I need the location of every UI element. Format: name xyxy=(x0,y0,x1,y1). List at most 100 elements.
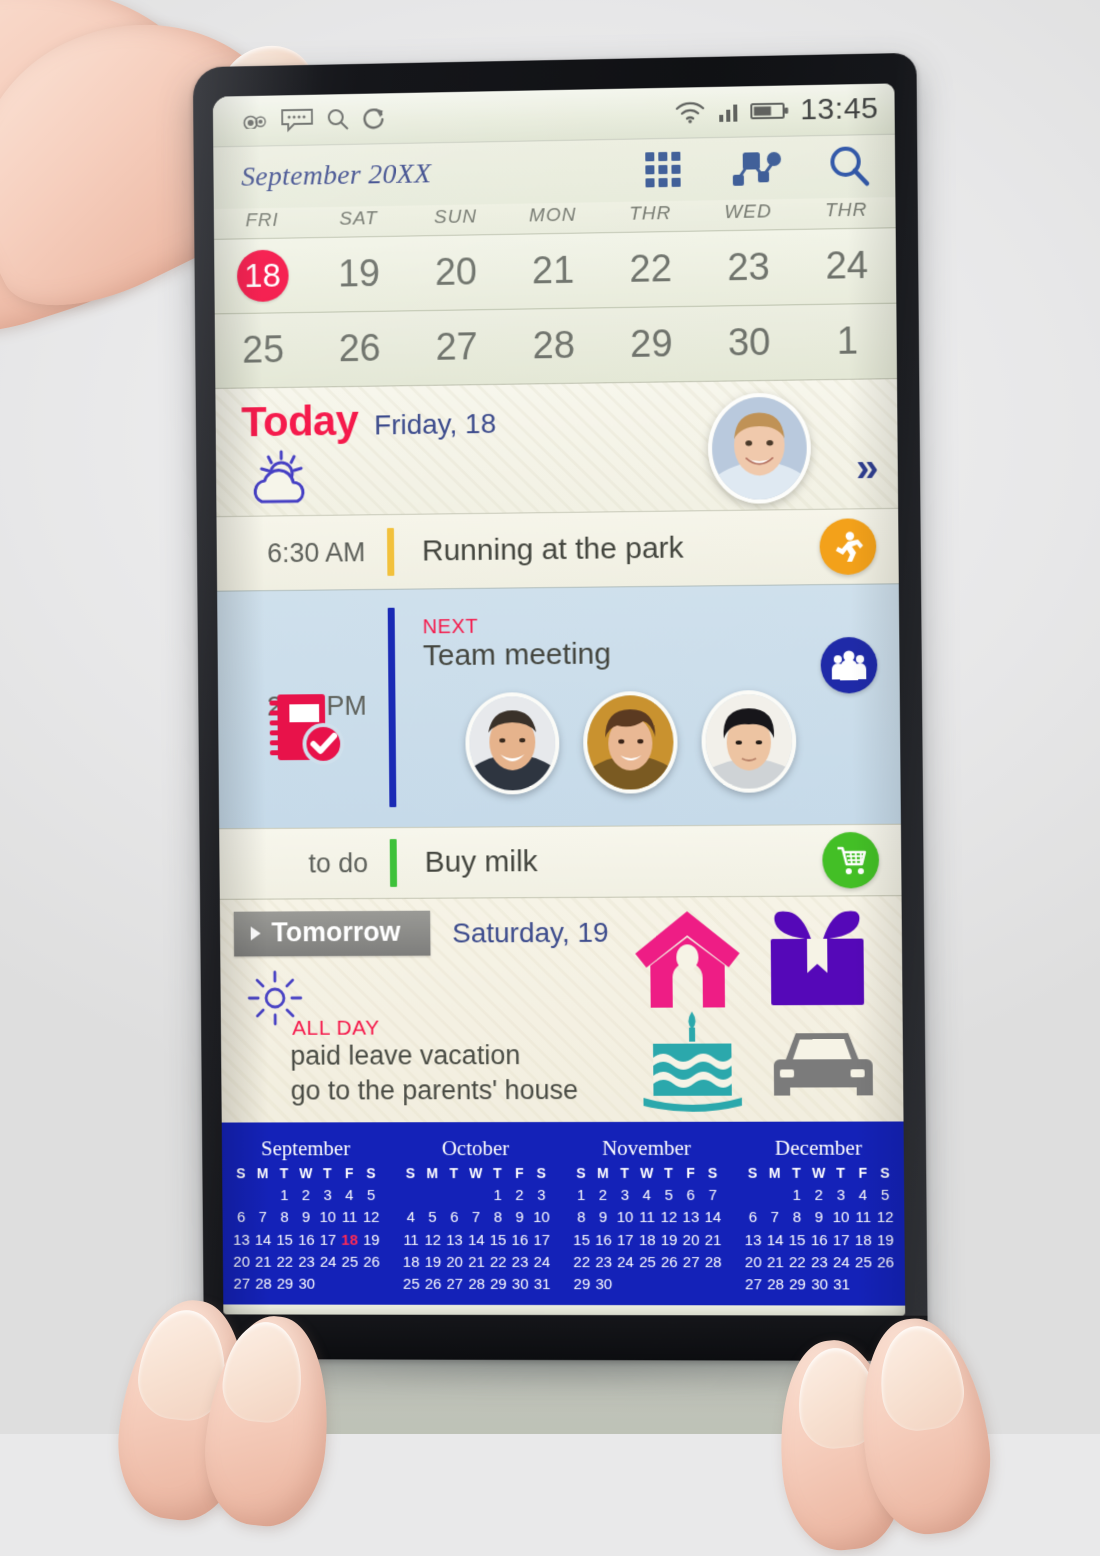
mini-calendar-day[interactable]: 16 xyxy=(592,1230,614,1251)
mini-calendar-day[interactable]: 27 xyxy=(742,1274,764,1295)
group-people-icon[interactable] xyxy=(820,637,877,694)
mini-calendar-day[interactable]: 25 xyxy=(852,1252,874,1273)
mini-calendar-day[interactable]: 13 xyxy=(680,1207,702,1228)
mini-calendar-day[interactable]: 19 xyxy=(658,1230,680,1251)
mini-calendar-day[interactable]: 6 xyxy=(443,1207,465,1228)
mini-calendar-day[interactable]: 9 xyxy=(509,1207,531,1228)
mini-calendar-day[interactable]: 22 xyxy=(487,1252,509,1273)
mini-calendar-day[interactable]: 23 xyxy=(808,1252,830,1273)
mini-calendar-day[interactable]: 10 xyxy=(830,1207,852,1228)
mini-calendar-day[interactable]: 11 xyxy=(339,1207,361,1228)
mini-calendar-day[interactable]: 9 xyxy=(808,1207,830,1228)
mini-calendar-day[interactable]: 5 xyxy=(874,1185,896,1206)
mini-calendar-day[interactable]: 16 xyxy=(295,1230,317,1251)
mini-calendar-day[interactable]: 12 xyxy=(422,1230,444,1251)
mini-calendar-day[interactable]: 27 xyxy=(231,1274,253,1295)
mini-calendar-day[interactable]: 30 xyxy=(808,1274,830,1295)
mini-calendar-day[interactable]: 24 xyxy=(830,1252,852,1273)
mini-calendar-day[interactable]: 14 xyxy=(252,1230,274,1251)
mini-calendar-day[interactable]: 21 xyxy=(465,1252,487,1273)
house-icon[interactable] xyxy=(632,907,743,1012)
mini-calendar-day[interactable]: 23 xyxy=(509,1252,531,1273)
mini-calendar-day[interactable]: 1 xyxy=(273,1185,295,1206)
mini-calendar-day[interactable]: 21 xyxy=(702,1230,724,1251)
mini-calendar-day[interactable]: 28 xyxy=(764,1274,786,1295)
mini-calendar-day[interactable]: 5 xyxy=(658,1185,680,1206)
mini-calendar-day[interactable]: 3 xyxy=(317,1185,339,1206)
birthday-cake-icon[interactable] xyxy=(639,1009,746,1114)
mini-calendar-day[interactable]: 19 xyxy=(360,1230,382,1251)
mini-calendar-day[interactable]: 25 xyxy=(400,1274,422,1295)
calendar-day-cell[interactable]: 24 xyxy=(797,244,896,289)
mini-calendar-day[interactable]: 17 xyxy=(531,1230,553,1251)
running-person-icon[interactable] xyxy=(819,518,876,575)
mini-calendar-day[interactable]: 2 xyxy=(808,1185,830,1206)
mini-calendar-day[interactable]: 30 xyxy=(593,1274,615,1295)
mini-calendar[interactable]: NovemberSMTWTFS1234567891011121314151617… xyxy=(562,1136,733,1296)
attendee-avatar[interactable] xyxy=(465,691,560,794)
mini-calendar-day[interactable]: 7 xyxy=(764,1207,786,1228)
mini-calendar-day[interactable]: 11 xyxy=(852,1207,874,1228)
mini-calendar-day[interactable]: 8 xyxy=(487,1207,509,1228)
mini-calendar-day[interactable]: 6 xyxy=(742,1207,764,1228)
mini-calendar-day[interactable]: 26 xyxy=(361,1252,383,1273)
mini-calendar-day[interactable]: 7 xyxy=(465,1207,487,1228)
mini-calendar-day[interactable]: 30 xyxy=(296,1274,318,1295)
mini-calendar-day[interactable]: 3 xyxy=(614,1185,636,1206)
tomorrow-expand-button[interactable]: Tomorrow xyxy=(234,911,431,957)
mini-calendar-day[interactable]: 12 xyxy=(658,1207,680,1228)
calendar-day-cell[interactable]: 19 xyxy=(311,252,408,296)
calendar-day-cell[interactable]: 22 xyxy=(602,247,700,292)
mini-calendar-day[interactable]: 25 xyxy=(636,1252,658,1273)
mini-calendar[interactable]: SeptemberSMTWTFS..1234567891011121314151… xyxy=(222,1136,391,1295)
tomorrow-section[interactable]: Tomorrow Saturday, 19 ALL DAY paid leave… xyxy=(220,895,904,1122)
gift-icon[interactable] xyxy=(764,908,870,1009)
mini-calendar-day[interactable]: 8 xyxy=(570,1207,592,1228)
mini-calendar-day[interactable]: 29 xyxy=(571,1274,593,1295)
mini-calendar-day[interactable]: 10 xyxy=(531,1207,553,1228)
mini-calendar-day[interactable]: 24 xyxy=(614,1252,636,1273)
mini-calendar-day[interactable]: 2 xyxy=(592,1185,614,1206)
mini-calendar-day[interactable]: 15 xyxy=(571,1230,593,1251)
mini-calendar-day[interactable]: 15 xyxy=(786,1230,808,1251)
mini-calendar-day[interactable]: 23 xyxy=(296,1252,318,1273)
mini-calendar-day[interactable]: 15 xyxy=(487,1230,509,1251)
mini-calendar-day[interactable]: 8 xyxy=(274,1207,296,1228)
mini-calendar-day[interactable]: 14 xyxy=(465,1230,487,1251)
mini-calendar[interactable]: OctoberSMTWTFS....1234567891011121314151… xyxy=(391,1136,561,1295)
mini-calendar-day[interactable]: 21 xyxy=(252,1252,274,1273)
mini-calendar-day[interactable]: 1 xyxy=(570,1185,592,1206)
mini-calendar-day[interactable]: 19 xyxy=(422,1252,444,1273)
today-expand-chevron[interactable]: » xyxy=(856,446,876,491)
mini-calendar-day[interactable]: 14 xyxy=(764,1230,786,1251)
mini-calendar-day[interactable]: 10 xyxy=(317,1207,339,1228)
calendar-day-cell[interactable]: 27 xyxy=(408,325,505,369)
mini-calendar-day[interactable]: 9 xyxy=(592,1207,614,1228)
mini-calendar-day[interactable]: 6 xyxy=(680,1185,702,1206)
mini-calendar-day[interactable]: 21 xyxy=(764,1252,786,1273)
calendar-day-cell[interactable]: 28 xyxy=(505,324,603,368)
mini-calendar-day[interactable]: 13 xyxy=(742,1230,764,1251)
mini-calendar-day[interactable]: 7 xyxy=(252,1207,274,1228)
mini-calendar-day[interactable]: 28 xyxy=(466,1274,488,1295)
mini-calendar-day[interactable]: 8 xyxy=(786,1207,808,1228)
mini-calendar-day[interactable]: 16 xyxy=(808,1230,830,1251)
attendee-avatar[interactable] xyxy=(583,690,678,793)
mini-calendar-day[interactable]: 2 xyxy=(508,1185,530,1206)
mini-calendar-day[interactable]: 20 xyxy=(680,1230,702,1251)
calendar-day-cell[interactable]: 23 xyxy=(699,245,797,290)
mini-calendar-day[interactable]: 4 xyxy=(338,1185,360,1206)
mini-calendar[interactable]: DecemberSMTWTFS..12345678910111213141516… xyxy=(733,1136,905,1296)
mini-calendar-day[interactable]: 18 xyxy=(852,1230,874,1251)
network-view-button[interactable] xyxy=(730,148,783,189)
event-row-todo[interactable]: to do Buy milk xyxy=(219,824,901,899)
mini-calendar-day[interactable]: 17 xyxy=(614,1230,636,1251)
mini-calendar-day[interactable]: 4 xyxy=(636,1185,658,1206)
mini-calendar-day[interactable]: 31 xyxy=(531,1274,553,1295)
mini-calendar-day[interactable]: 27 xyxy=(680,1252,702,1273)
mini-calendar-day[interactable]: 22 xyxy=(274,1252,296,1273)
mini-calendar-day[interactable]: 6 xyxy=(230,1207,252,1228)
calendar-day-cell[interactable]: 25 xyxy=(215,328,312,372)
mini-calendar-day[interactable]: 26 xyxy=(874,1252,896,1273)
mini-calendar-day[interactable]: 28 xyxy=(253,1274,275,1295)
